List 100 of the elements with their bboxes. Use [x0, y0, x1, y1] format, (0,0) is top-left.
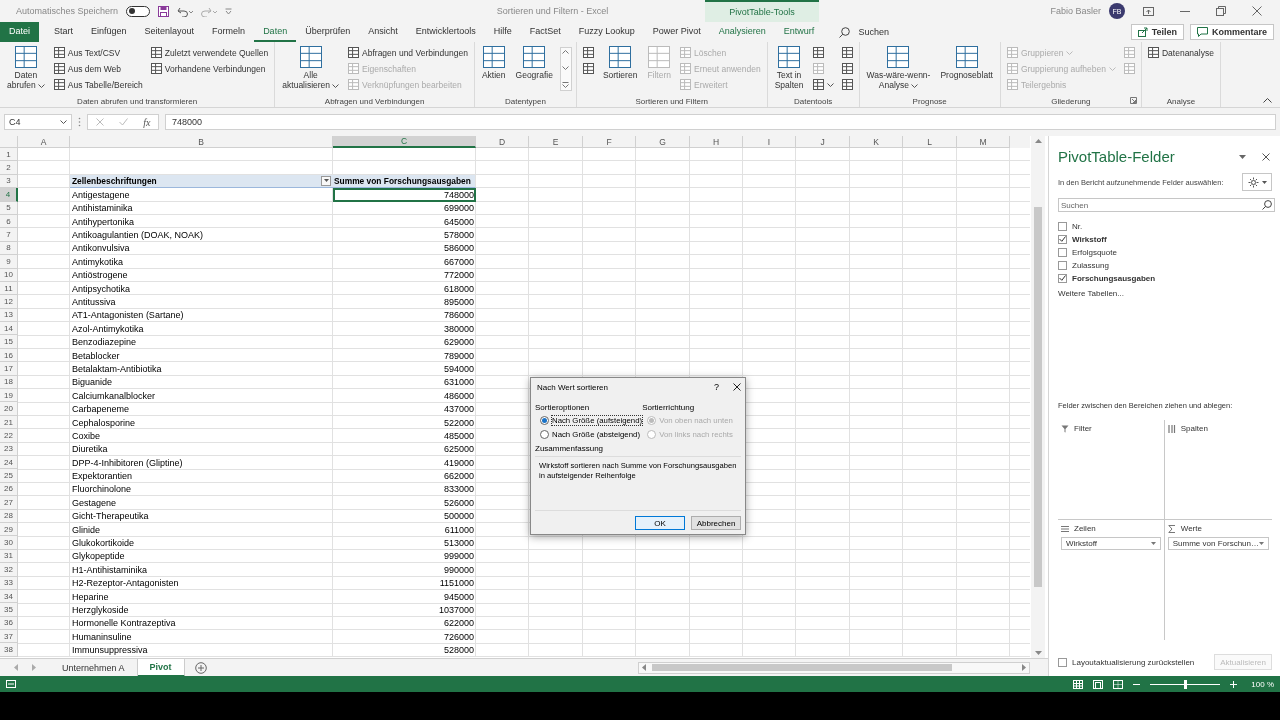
ribbon-tab[interactable]: Formeln	[203, 22, 255, 42]
ribbon-tab[interactable]: Entwicklertools	[406, 22, 485, 42]
row-number[interactable]: 2	[0, 161, 18, 175]
ribbon-button[interactable]: Alle aktualisieren	[279, 44, 343, 92]
ribbon-tab[interactable]: Start	[45, 22, 83, 42]
gallery-scrollbar[interactable]	[559, 47, 572, 91]
normal-view-icon[interactable]	[1073, 679, 1084, 689]
ribbon-tab[interactable]: Analysieren	[709, 22, 775, 42]
row-number[interactable]: 9	[0, 255, 18, 269]
ribbon-tab[interactable]: Power Pivot	[643, 22, 710, 42]
row-number[interactable]: 30	[0, 536, 18, 550]
row-number[interactable]: 15	[0, 335, 18, 349]
checkbox[interactable]	[1058, 221, 1067, 231]
ribbon-button[interactable]: Aktien	[478, 44, 509, 82]
ribbon-tab[interactable]: Einfügen	[82, 22, 136, 42]
share-button[interactable]: Teilen	[1130, 24, 1184, 40]
add-sheet-icon[interactable]	[194, 661, 207, 674]
ribbon-tab[interactable]: Fuzzy Lookup	[569, 22, 644, 42]
ribbon-tab[interactable]: Seitenlayout	[135, 22, 204, 42]
collapse-ribbon-icon[interactable]	[1263, 98, 1272, 103]
ribbon-button[interactable]	[810, 77, 836, 92]
row-number[interactable]: 12	[0, 295, 18, 309]
field-dropdown[interactable]: Summe von Forschun…	[1167, 537, 1269, 550]
row-number[interactable]: 22	[0, 429, 18, 443]
row-number[interactable]: 32	[0, 563, 18, 577]
horizontal-scrollbar[interactable]	[638, 661, 1030, 674]
more-icon[interactable]	[562, 82, 570, 88]
ribbon-tab[interactable]: Hilfe	[484, 22, 521, 42]
row-number[interactable]: 37	[0, 630, 18, 644]
row-number[interactable]: 19	[0, 389, 18, 403]
undo-icon[interactable]	[177, 5, 194, 17]
row-number[interactable]: 20	[0, 402, 18, 416]
ready-icon[interactable]	[6, 680, 16, 688]
ribbon-button[interactable]: Vorhandene Verbindungen	[148, 61, 271, 76]
column-header[interactable]: C	[333, 136, 476, 148]
row-number[interactable]: 1	[0, 148, 18, 162]
ribbon-button[interactable]: Geografie	[512, 44, 556, 82]
ribbon-button[interactable]: Aus Text/CSV	[51, 45, 145, 60]
ribbon-button[interactable]	[839, 45, 855, 60]
customize-icon[interactable]	[225, 7, 233, 15]
comments-button[interactable]: Kommentare	[1190, 24, 1274, 40]
ribbon-button[interactable]: Daten abrufen	[4, 44, 48, 92]
row-number[interactable]: 35	[0, 603, 18, 617]
scroll-up-icon[interactable]	[1034, 139, 1042, 143]
formula-field[interactable]: 748000	[165, 114, 1276, 130]
autosave-toggle[interactable]	[126, 5, 151, 17]
dropdown-icon[interactable]	[1239, 154, 1246, 159]
ribbon-button[interactable]	[839, 61, 855, 76]
page-break-icon[interactable]	[1113, 679, 1124, 689]
vertical-scrollbar[interactable]	[1031, 136, 1045, 658]
ribbon-tab[interactable]: Überprüfen	[296, 22, 360, 42]
close-icon[interactable]	[1262, 152, 1270, 161]
scroll-down-icon[interactable]	[562, 66, 570, 70]
field-dropdown[interactable]: Wirkstoff	[1061, 537, 1161, 550]
scroll-right-icon[interactable]	[1022, 664, 1026, 671]
sheet-tab[interactable]: Pivot	[137, 658, 185, 677]
ribbon-button[interactable]	[580, 61, 596, 76]
name-box[interactable]: C4	[4, 114, 72, 130]
checkbox[interactable]	[1058, 247, 1067, 257]
row-number[interactable]: 27	[0, 496, 18, 510]
row-number[interactable]: 17	[0, 362, 18, 376]
ribbon-tab[interactable]: Datei	[0, 22, 39, 42]
dialog-button[interactable]: OK	[635, 516, 685, 530]
row-number[interactable]: 4	[0, 188, 18, 202]
more-options-icon[interactable]	[78, 117, 81, 127]
dialog-launcher-icon[interactable]	[1129, 97, 1137, 104]
ribbon-button[interactable]: Aus Tabelle/Bereich	[51, 77, 145, 92]
ribbon-button[interactable]: Prognoseblatt	[937, 44, 996, 82]
restore-icon[interactable]	[1216, 6, 1226, 16]
more-tables-link[interactable]: Weitere Tabellen...	[1058, 289, 1272, 298]
zoom-in-icon[interactable]	[1230, 680, 1238, 688]
close-icon[interactable]	[733, 383, 741, 391]
ribbon-button[interactable]: Sortieren	[599, 44, 641, 82]
scroll-up-icon[interactable]	[562, 50, 570, 54]
checkbox[interactable]	[1058, 657, 1067, 667]
filter-dropdown-button[interactable]	[321, 175, 331, 186]
zoom-level[interactable]: 100 %	[1251, 679, 1274, 689]
dialog-button[interactable]: Abbrechen	[691, 516, 741, 530]
checkbox[interactable]	[1058, 273, 1067, 283]
row-number[interactable]: 25	[0, 469, 18, 483]
search-button[interactable]: Suchen	[839, 26, 889, 38]
ribbon-button[interactable]: Datenanalyse	[1145, 45, 1216, 60]
help-button[interactable]: ?	[714, 382, 719, 392]
ribbon-tab[interactable]: Entwurf	[774, 22, 824, 42]
ribbon-tab[interactable]: FactSet	[520, 22, 570, 42]
ribbon-button[interactable]: Abfragen und Verbindungen	[346, 45, 470, 60]
save-icon[interactable]	[158, 5, 170, 17]
ribbon-tab[interactable]: Daten	[254, 22, 297, 42]
row-number[interactable]: 7	[0, 228, 18, 242]
row-number[interactable]: 38	[0, 643, 18, 657]
scroll-left-icon[interactable]	[642, 664, 646, 671]
row-number[interactable]: 14	[0, 322, 18, 336]
insert-function-button[interactable]: fx	[143, 116, 151, 128]
radio-button[interactable]	[540, 415, 549, 425]
ribbon-button[interactable]: Aus dem Web	[51, 61, 145, 76]
ribbon-display-icon[interactable]	[1143, 6, 1154, 16]
tools-button[interactable]	[1242, 173, 1272, 191]
ribbon-button[interactable]	[839, 77, 855, 92]
scroll-down-icon[interactable]	[1034, 651, 1042, 655]
checkbox[interactable]	[1058, 260, 1067, 270]
